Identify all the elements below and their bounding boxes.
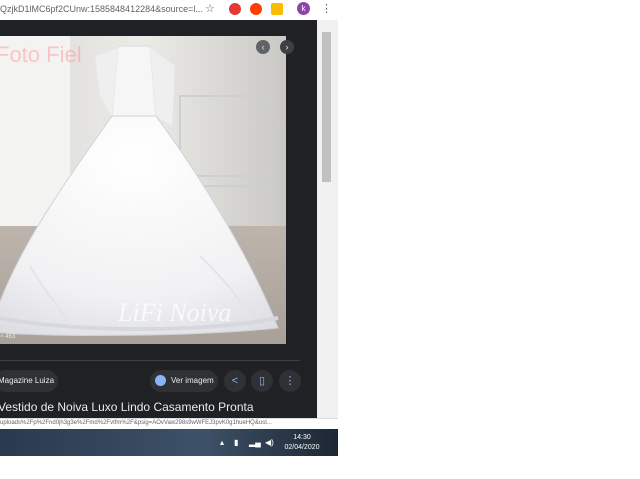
abp-icon[interactable] xyxy=(229,3,241,15)
volume-icon[interactable]: ◀) xyxy=(265,438,274,447)
bookmark-icon[interactable]: ▯ xyxy=(251,370,273,392)
more-options-icon[interactable]: ⋮ xyxy=(279,370,301,392)
star-icon[interactable]: ☆ xyxy=(205,2,215,15)
view-image-label: Ver imagem xyxy=(171,376,214,385)
next-icon[interactable]: › xyxy=(280,40,294,54)
share-icon[interactable]: < xyxy=(224,370,246,392)
browser-window: QzjkD1lMC6pf2CUnw:1585848412284&source=l… xyxy=(0,0,338,456)
previous-icon[interactable]: ‹ xyxy=(256,40,270,54)
opera-icon[interactable] xyxy=(250,3,262,15)
source-label: Magazine Luiza xyxy=(0,376,55,385)
clock-date: 02/04/2020 xyxy=(284,444,320,451)
system-clock[interactable]: 14:30 02/04/2020 xyxy=(283,433,321,453)
browser-menu-icon[interactable]: ⋮ xyxy=(321,2,332,15)
image-dimensions: × 463 xyxy=(0,334,16,340)
url-text[interactable]: QzjkD1lMC6pf2CUnw:1585848412284&source=l… xyxy=(0,4,203,14)
taskbar: ▴ ▮ ▂▄ ◀) 14:30 02/04/2020 xyxy=(0,429,338,456)
divider xyxy=(0,360,300,361)
vertical-scrollbar[interactable] xyxy=(317,20,338,418)
battery-icon[interactable]: ▮ xyxy=(234,438,238,447)
image-viewer-panel: Foto Fiel LiFi Noiva ‹ › × 463 Magazine … xyxy=(0,20,317,433)
google-keep-icon[interactable] xyxy=(271,3,283,15)
status-url: uploads%2Fp%2Fnd0jh3g3e%2Fmd%2Fvtfm%2F&p… xyxy=(0,420,272,426)
globe-icon xyxy=(155,375,166,386)
chevron-up-icon[interactable]: ▴ xyxy=(220,438,224,447)
source-chip[interactable]: Magazine Luiza xyxy=(0,370,58,392)
watermark-top-left: Foto Fiel xyxy=(0,42,82,67)
network-icon[interactable]: ▂▄ xyxy=(249,438,261,447)
view-image-button[interactable]: Ver imagem xyxy=(150,370,218,392)
scrollbar-thumb[interactable] xyxy=(322,32,331,182)
watermark-bottom-right: LiFi Noiva xyxy=(118,298,232,327)
avatar[interactable]: k xyxy=(297,2,310,15)
wedding-dress-photo[interactable]: Foto Fiel LiFi Noiva xyxy=(0,36,286,344)
clock-time: 14:30 xyxy=(293,434,311,441)
address-bar[interactable]: QzjkD1lMC6pf2CUnw:1585848412284&source=l… xyxy=(0,0,338,21)
